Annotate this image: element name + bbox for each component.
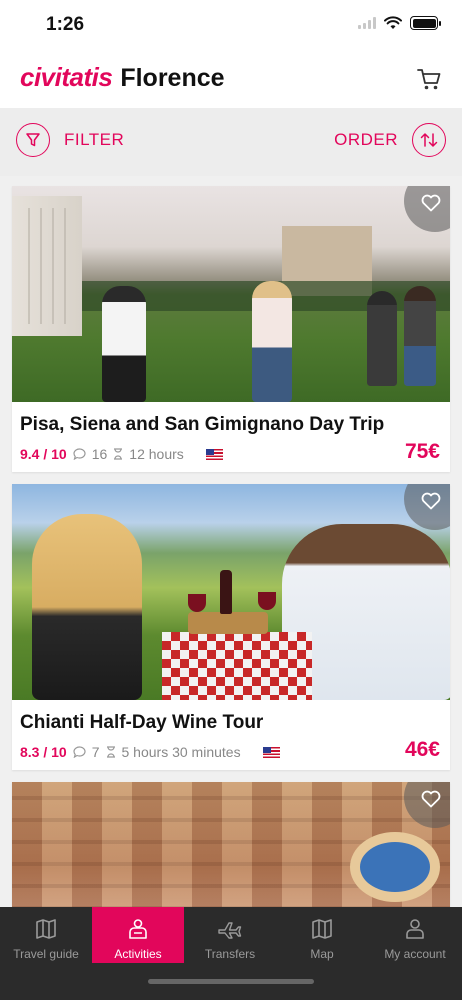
tourist-figure xyxy=(404,286,436,386)
tab-transfers[interactable]: Transfers xyxy=(184,907,276,963)
cart-button[interactable] xyxy=(416,66,442,92)
activity-title: Chianti Half-Day Wine Tour xyxy=(20,712,264,733)
battery-icon xyxy=(410,16,441,30)
cart-icon xyxy=(417,69,441,90)
review-count: 7 xyxy=(91,744,100,760)
hourglass-icon xyxy=(106,746,115,758)
tab-bar: Travel guide Activities Transfers Map My… xyxy=(0,907,462,1000)
filter-icon-circle xyxy=(16,123,50,157)
status-time: 1:26 xyxy=(46,14,85,35)
brand: civitatis Florence xyxy=(20,62,225,93)
tab-label: Travel guide xyxy=(13,947,79,961)
activity-card[interactable]: Pisa, Siena and San Gimignano Day Trip 9… xyxy=(12,186,450,472)
brand-logo: civitatis xyxy=(20,62,113,92)
tab-activities[interactable]: Activities xyxy=(92,907,184,963)
review-count: 16 xyxy=(91,446,108,462)
activity-list: Pisa, Siena and San Gimignano Day Trip 9… xyxy=(12,186,450,1000)
status-icons xyxy=(358,16,441,30)
signal-icon xyxy=(358,17,376,29)
tab-label: Transfers xyxy=(204,947,256,961)
heart-icon xyxy=(421,790,441,808)
favorite-button[interactable] xyxy=(404,484,450,530)
rating: 8.3 / 10 xyxy=(20,744,67,760)
heart-icon xyxy=(421,194,441,212)
woman-figure xyxy=(32,514,142,700)
filter-button[interactable]: FILTER xyxy=(16,123,124,157)
wine-glass xyxy=(188,594,206,612)
us-flag-icon xyxy=(205,448,223,460)
activity-meta: 8.3 / 10 7 5 hours 30 minutes xyxy=(20,744,442,760)
wine-glass xyxy=(258,592,276,610)
activity-info: Pisa, Siena and San Gimignano Day Trip 9… xyxy=(12,402,450,472)
filter-label: FILTER xyxy=(64,130,125,149)
tab-label: Activities xyxy=(114,947,162,961)
hat-shape xyxy=(350,832,440,902)
order-icon-circle xyxy=(412,123,446,157)
tab-map[interactable]: Map xyxy=(276,907,368,963)
wine-bottle xyxy=(220,570,232,614)
tourist-figure xyxy=(367,291,397,386)
tab-travel-guide[interactable]: Travel guide xyxy=(0,907,92,963)
filter-bar: FILTER ORDER xyxy=(0,108,462,176)
comment-icon xyxy=(73,746,86,758)
favorite-button[interactable] xyxy=(404,186,450,232)
heart-icon xyxy=(421,492,441,510)
activity-image xyxy=(12,484,450,700)
order-label: ORDER xyxy=(334,130,398,149)
price: 75€ xyxy=(404,440,440,463)
activity-meta: 9.4 / 10 16 12 hours xyxy=(20,446,442,462)
tower-shape xyxy=(12,196,82,336)
duration: 5 hours 30 minutes xyxy=(121,744,241,760)
tourist-figure xyxy=(102,286,146,402)
plane-icon xyxy=(218,922,242,939)
status-bar: 1:26 xyxy=(0,0,462,50)
tab-label: My account xyxy=(384,947,446,961)
person-icon xyxy=(129,919,147,939)
hourglass-icon xyxy=(114,448,123,460)
funnel-icon xyxy=(26,133,40,147)
tab-label: Map xyxy=(310,947,334,961)
tab-my-account[interactable]: My account xyxy=(368,907,462,963)
activity-card[interactable]: Chianti Half-Day Wine Tour 8.3 / 10 7 5 … xyxy=(12,484,450,770)
duration: 12 hours xyxy=(129,446,184,462)
us-flag-icon xyxy=(262,746,280,758)
page-title: Florence xyxy=(120,64,225,92)
map-icon xyxy=(312,919,332,939)
activity-image xyxy=(12,186,450,402)
bread-basket xyxy=(188,612,268,634)
rating: 9.4 / 10 xyxy=(20,446,67,462)
tourist-figure xyxy=(252,281,292,402)
price: 46€ xyxy=(404,738,440,761)
user-icon xyxy=(406,919,424,939)
sort-arrows-icon xyxy=(420,133,438,147)
activity-info: Chianti Half-Day Wine Tour 8.3 / 10 7 5 … xyxy=(12,700,450,770)
checkered-table xyxy=(162,632,312,700)
order-button[interactable]: ORDER xyxy=(334,123,446,157)
app-header: civitatis Florence xyxy=(0,50,462,108)
map-book-icon xyxy=(36,919,56,939)
home-indicator[interactable] xyxy=(148,979,314,984)
comment-icon xyxy=(73,448,86,460)
activity-title: Pisa, Siena and San Gimignano Day Trip xyxy=(20,414,385,435)
wifi-icon xyxy=(384,16,402,29)
